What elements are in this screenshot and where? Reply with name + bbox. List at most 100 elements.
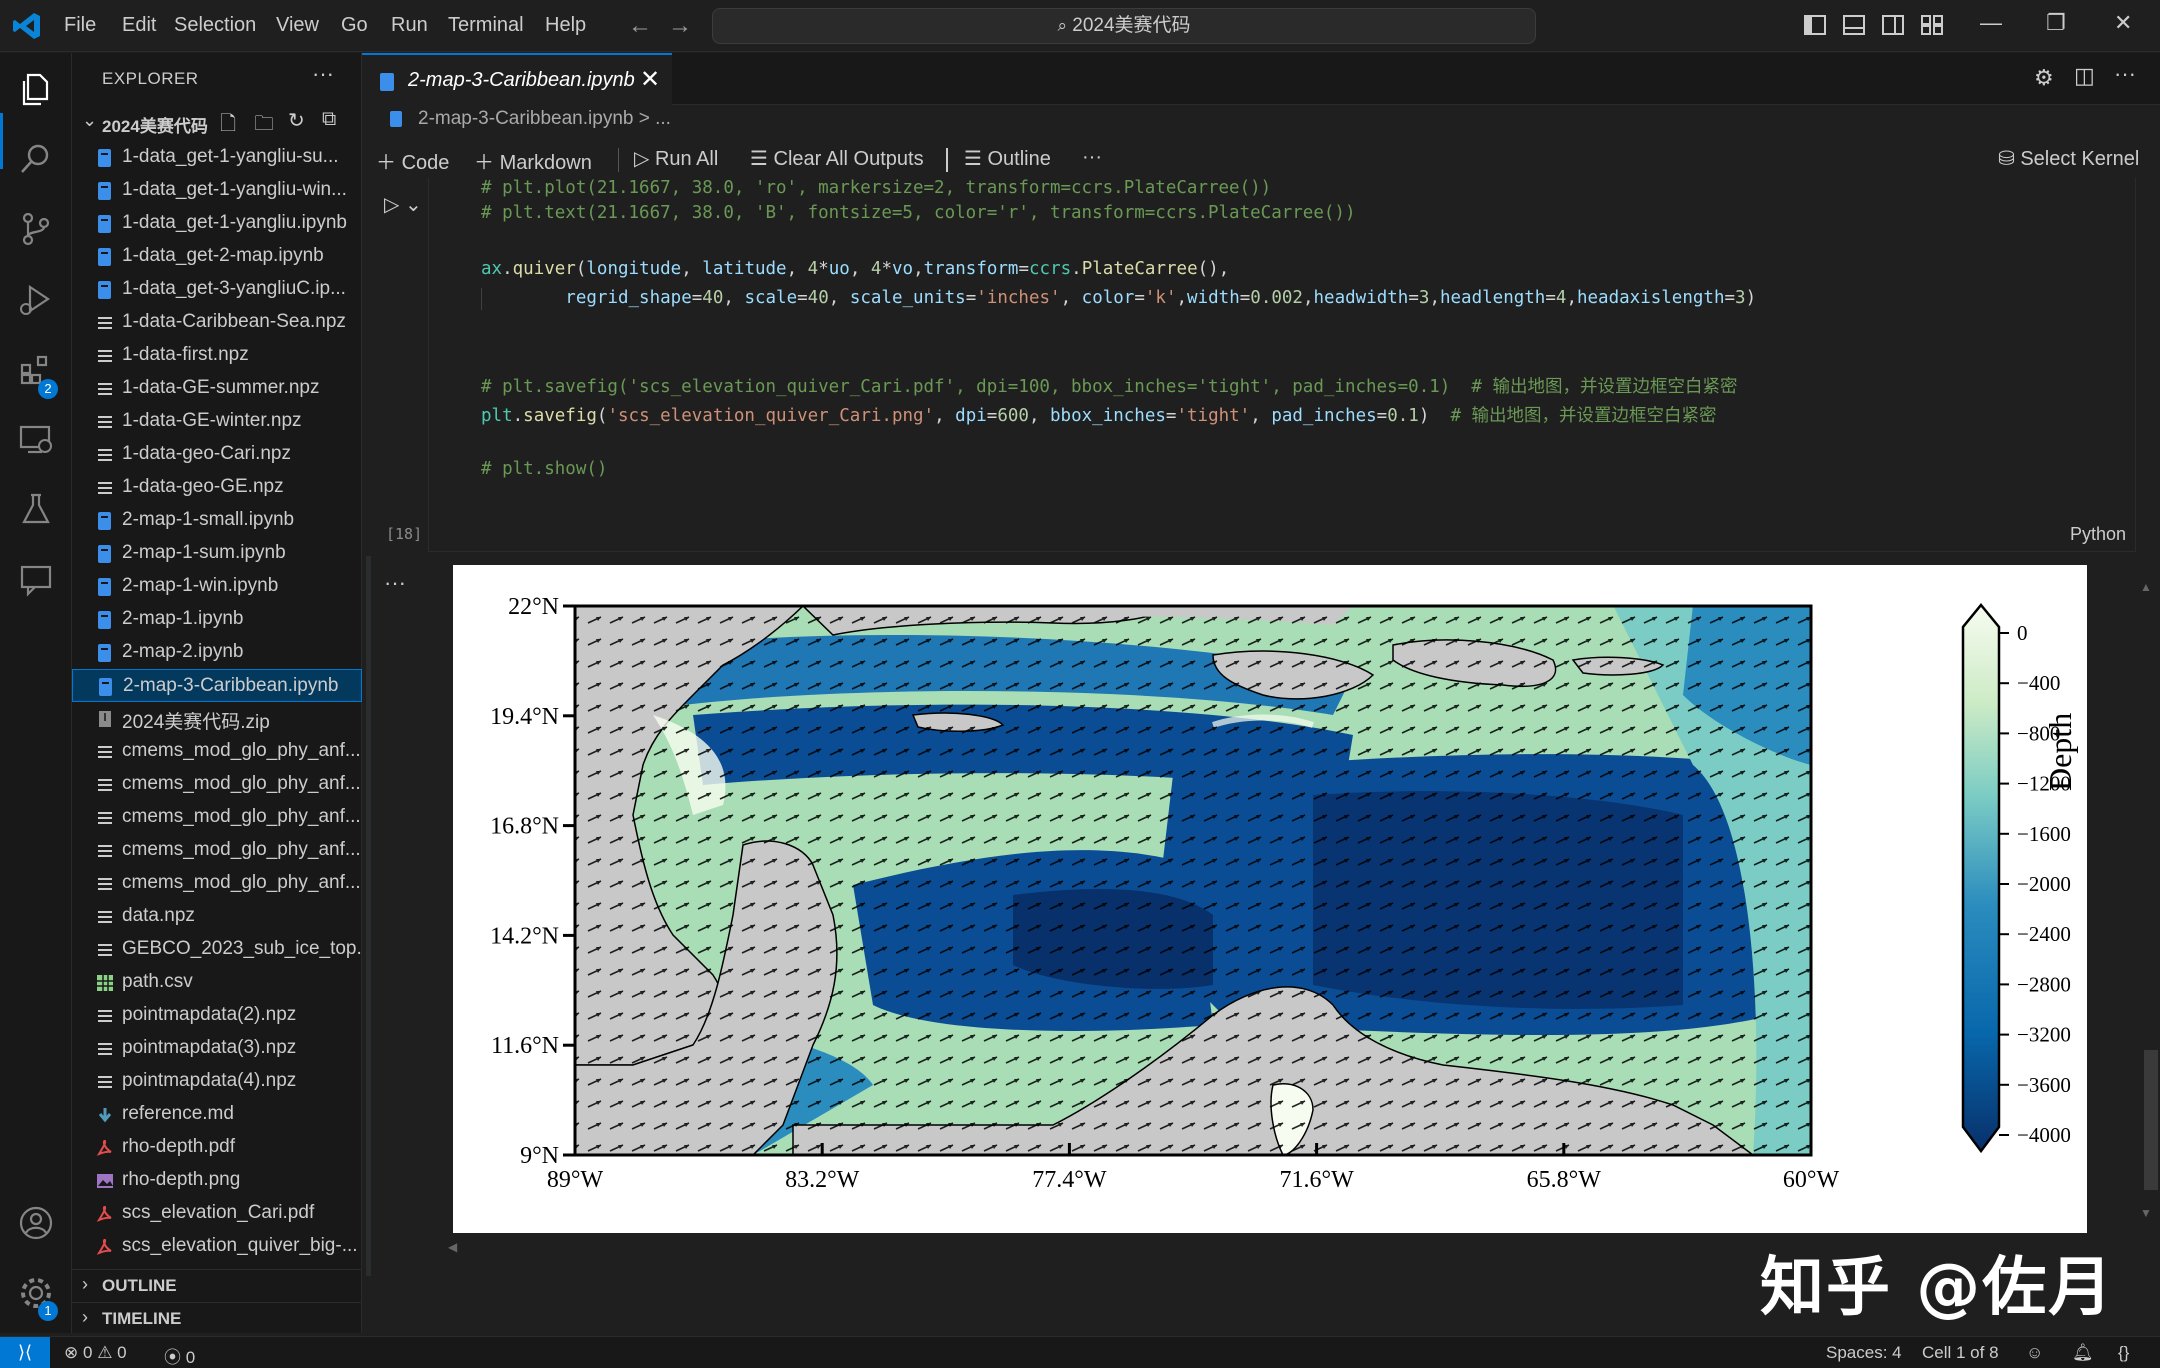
forward-arrow-icon[interactable]: → bbox=[668, 12, 692, 40]
copilot-icon[interactable]: ☺ bbox=[2026, 1343, 2043, 1363]
file-item[interactable]: 1-data-Caribbean-Sea.npz bbox=[72, 306, 362, 339]
file-item[interactable]: 2-map-2.ipynb bbox=[72, 636, 362, 669]
timeline-section[interactable]: › TIMELINE bbox=[72, 1302, 362, 1334]
split-editor-icon[interactable]: ◫ bbox=[2074, 63, 2095, 89]
file-item[interactable]: 1-data_get-2-map.ipynb bbox=[72, 240, 362, 273]
remote-explorer-icon[interactable] bbox=[16, 419, 56, 459]
file-item[interactable]: 1-data-GE-winter.npz bbox=[72, 405, 362, 438]
more-actions-icon[interactable]: ··· bbox=[312, 61, 334, 87]
toggle-secondary-sidebar-icon[interactable] bbox=[1880, 12, 1906, 38]
customize-layout-icon[interactable] bbox=[1919, 12, 1945, 38]
file-item[interactable]: cmems_mod_glo_phy_anf... bbox=[72, 834, 362, 867]
file-item[interactable]: cmems_mod_glo_phy_anf... bbox=[72, 801, 362, 834]
indent-guide bbox=[481, 288, 482, 310]
more-actions-icon[interactable]: ··· bbox=[1082, 146, 1102, 169]
data-file-icon bbox=[98, 416, 112, 428]
command-center-search[interactable]: ⌕ 2024美赛代码 bbox=[712, 8, 1536, 44]
toggle-panel-icon[interactable] bbox=[1841, 12, 1867, 38]
menu-help[interactable]: Help bbox=[545, 14, 586, 37]
file-item[interactable]: 1-data_get-1-yangliu-win... bbox=[72, 174, 362, 207]
file-item[interactable]: 1-data-first.npz bbox=[72, 339, 362, 372]
collapse-all-icon[interactable]: ⧉ bbox=[322, 108, 336, 131]
cell-position-indicator[interactable]: Cell 1 of 8 bbox=[1922, 1343, 1999, 1363]
menu-run[interactable]: Run bbox=[391, 14, 428, 37]
file-item[interactable]: 2-map-1.ipynb bbox=[72, 603, 362, 636]
outline-section[interactable]: › OUTLINE bbox=[72, 1269, 362, 1301]
search-icon[interactable] bbox=[16, 139, 56, 179]
minimize-icon[interactable]: — bbox=[1980, 10, 2002, 36]
file-item[interactable]: 2-map-1-win.ipynb bbox=[72, 570, 362, 603]
file-item[interactable]: cmems_mod_glo_phy_anf... bbox=[72, 867, 362, 900]
refresh-icon[interactable]: ↻ bbox=[288, 108, 305, 133]
file-item[interactable]: 1-data_get-1-yangliu-su... bbox=[72, 141, 362, 174]
editor-scrollbar-thumb[interactable] bbox=[2144, 1050, 2158, 1190]
scroll-left-icon[interactable]: ◀ bbox=[448, 1240, 457, 1254]
source-control-icon[interactable] bbox=[16, 209, 56, 249]
file-item[interactable]: 2024美赛代码.zip bbox=[72, 702, 362, 735]
run-cell-icon[interactable]: ▷ ⌄ bbox=[384, 192, 422, 217]
scroll-up-icon[interactable]: ▲ bbox=[2140, 580, 2152, 594]
file-item[interactable]: 2-map-3-Caribbean.ipynb bbox=[72, 669, 362, 702]
cell-language[interactable]: Python bbox=[2070, 524, 2126, 545]
tab-notebook[interactable]: 2-map-3-Caribbean.ipynb ✕ bbox=[362, 53, 672, 105]
workspace-folder-row[interactable]: ⌄ 2024美赛代码 🗋 🗀 ↻ ⧉ bbox=[72, 107, 362, 139]
close-icon[interactable]: ✕ bbox=[640, 65, 660, 94]
gear-icon[interactable]: ⚙ bbox=[2034, 65, 2054, 91]
indentation-indicator[interactable]: Spaces: 4 bbox=[1826, 1343, 1902, 1363]
file-item[interactable]: rho-depth.pdf bbox=[72, 1131, 362, 1164]
file-item[interactable]: 1-data-geo-GE.npz bbox=[72, 471, 362, 504]
file-item[interactable]: pointmapdata(4).npz bbox=[72, 1065, 362, 1098]
file-item[interactable]: scs_elevation_quiver_big-... bbox=[72, 1230, 362, 1263]
scroll-down-icon[interactable]: ▼ bbox=[2140, 1206, 2152, 1220]
menu-terminal[interactable]: Terminal bbox=[448, 14, 524, 37]
add-code-cell-button[interactable]: ＋ Code bbox=[376, 146, 449, 175]
colorbar-tick-label: 0 bbox=[2017, 621, 2028, 645]
file-item[interactable]: GEBCO_2023_sub_ice_top... bbox=[72, 933, 362, 966]
file-item[interactable]: path.csv bbox=[72, 966, 362, 999]
file-item[interactable]: cmems_mod_glo_phy_anf... bbox=[72, 735, 362, 768]
select-kernel-button[interactable]: ⛁ Select Kernel bbox=[1998, 146, 2139, 171]
menu-go[interactable]: Go bbox=[341, 14, 368, 37]
code-cell[interactable]: # plt.plot(21.1667, 38.0, 'ro', markersi… bbox=[428, 178, 2136, 552]
file-item[interactable]: 1-data_get-3-yangliuC.ip... bbox=[72, 273, 362, 306]
notifications-bell-icon[interactable]: 🔔︎ bbox=[2072, 1343, 2094, 1363]
back-arrow-icon[interactable]: ← bbox=[628, 12, 652, 40]
close-window-icon[interactable]: ✕ bbox=[2114, 10, 2132, 36]
file-item[interactable]: 2-map-1-small.ipynb bbox=[72, 504, 362, 537]
new-file-icon[interactable]: 🗋 bbox=[220, 109, 236, 143]
file-item[interactable]: 1-data-GE-summer.npz bbox=[72, 372, 362, 405]
file-item[interactable]: data.npz bbox=[72, 900, 362, 933]
file-item[interactable]: pointmapdata(3).npz bbox=[72, 1032, 362, 1065]
file-item[interactable]: cmems_mod_glo_phy_anf... bbox=[72, 768, 362, 801]
run-all-button[interactable]: ▷ Run All bbox=[634, 146, 718, 171]
file-item[interactable]: pointmapdata(2).npz bbox=[72, 999, 362, 1032]
file-item[interactable]: 2-map-1-sum.ipynb bbox=[72, 537, 362, 570]
toggle-primary-sidebar-icon[interactable] bbox=[1802, 12, 1828, 38]
file-item[interactable]: 1-data-geo-Cari.npz bbox=[72, 438, 362, 471]
more-actions-icon[interactable]: ··· bbox=[2114, 61, 2136, 87]
file-item[interactable]: scs_elevation_Cari.pdf bbox=[72, 1197, 362, 1230]
problems-indicator[interactable]: ⊗ 0 ⚠ 0 bbox=[64, 1343, 127, 1363]
chat-icon[interactable] bbox=[16, 559, 56, 599]
restore-icon[interactable]: ❐ bbox=[2046, 10, 2066, 36]
menu-file[interactable]: File bbox=[64, 14, 96, 37]
file-item[interactable]: rho-depth.png bbox=[72, 1164, 362, 1197]
latitude-axis: 22°N 19.4°N 16.8°N 14.2°N 11.6°N 9°N bbox=[490, 594, 575, 1169]
outline-button[interactable]: ☰ Outline bbox=[964, 146, 1051, 171]
feedback-icon[interactable]: {} bbox=[2118, 1343, 2129, 1363]
menu-selection[interactable]: Selection bbox=[174, 14, 256, 37]
testing-flask-icon[interactable] bbox=[16, 489, 56, 529]
output-more-icon[interactable]: ··· bbox=[384, 570, 406, 596]
remote-indicator-icon[interactable]: ⟩⟨ bbox=[0, 1337, 50, 1368]
add-markdown-cell-button[interactable]: ＋ Markdown bbox=[474, 146, 592, 175]
account-icon[interactable] bbox=[16, 1203, 56, 1243]
file-item[interactable]: reference.md bbox=[72, 1098, 362, 1131]
clear-all-outputs-button[interactable]: ☰ Clear All Outputs bbox=[750, 146, 924, 171]
menu-view[interactable]: View bbox=[276, 14, 319, 37]
run-debug-icon[interactable] bbox=[16, 279, 56, 319]
explorer-icon[interactable] bbox=[16, 69, 56, 109]
menu-edit[interactable]: Edit bbox=[122, 14, 156, 37]
ports-indicator[interactable]: ⦿ 0 bbox=[164, 1343, 195, 1368]
file-item[interactable]: 1-data_get-1-yangliu.ipynb bbox=[72, 207, 362, 240]
new-folder-icon[interactable]: 🗀 bbox=[254, 109, 274, 143]
